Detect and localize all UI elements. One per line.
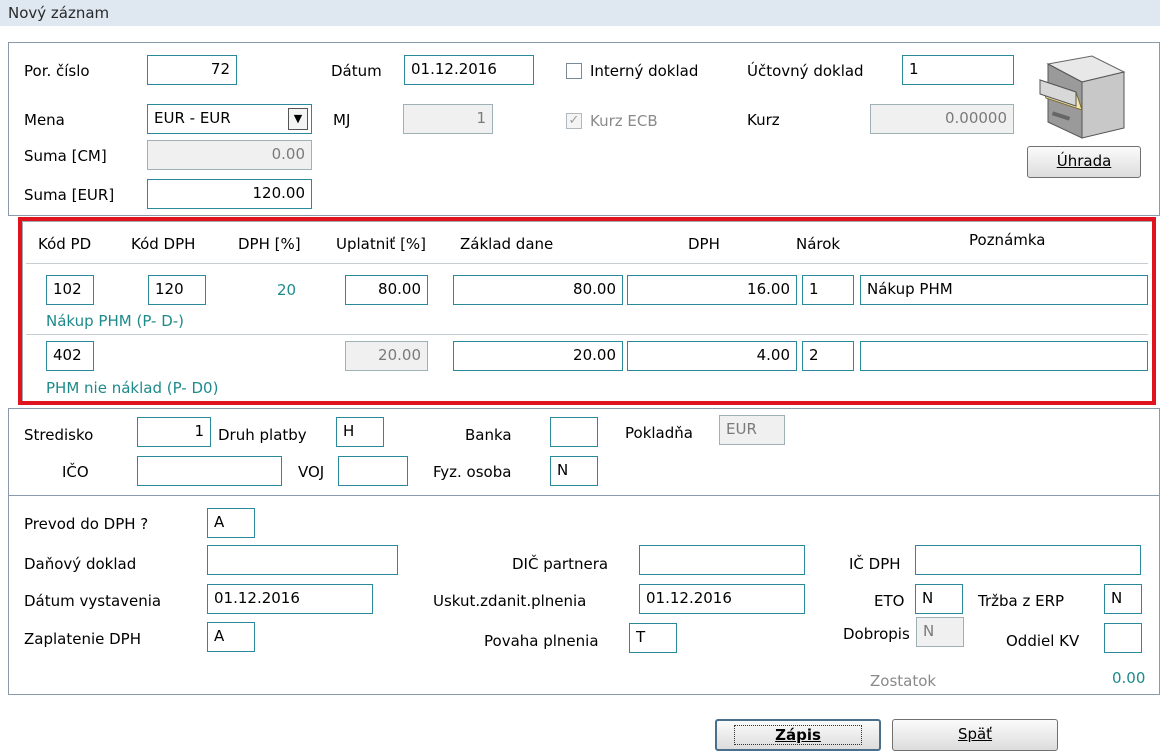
eto-label: ETO: [874, 592, 905, 610]
filing-cabinet-icon: [1030, 52, 1130, 142]
ico-label: IČO: [62, 463, 89, 481]
col-kod-dph: Kód DPH: [131, 235, 196, 253]
fyz-osoba-field[interactable]: N: [550, 456, 598, 486]
zapis-button-label: Zápis: [734, 725, 862, 745]
voj-field[interactable]: [338, 456, 408, 486]
stredisko-label: Stredisko: [24, 426, 94, 444]
row1-kod-pd-field[interactable]: 102: [46, 275, 94, 305]
suma-eur-field[interactable]: 120.00: [147, 179, 312, 209]
zaplatenie-dph-label: Zaplatenie DPH: [24, 630, 142, 648]
pokladna-field: EUR: [719, 415, 785, 445]
mena-label: Mena: [24, 111, 65, 129]
por-cislo-field[interactable]: 72: [147, 55, 237, 85]
uskut-label: Uskut.zdanit.plnenia: [433, 592, 587, 610]
suma-cm-field: 0.00: [147, 140, 312, 170]
povaha-plnenia-field[interactable]: T: [629, 623, 677, 653]
row1-dph-field[interactable]: 16.00: [627, 275, 797, 305]
row1-dph-pct: 20: [277, 281, 297, 299]
row2-dph-field[interactable]: 4.00: [627, 341, 797, 371]
row2-poznamka-field[interactable]: [860, 341, 1148, 371]
spat-button[interactable]: Späť: [892, 719, 1058, 751]
dobropis-field: N: [916, 617, 964, 647]
col-narok: Nárok: [796, 235, 841, 253]
window-title: Nový záznam: [8, 4, 110, 22]
trzba-erp-label: Tržba z ERP: [978, 592, 1065, 610]
row1-poznamka-field[interactable]: Nákup PHM: [860, 275, 1148, 305]
datum-label: Dátum: [331, 62, 382, 80]
banka-field[interactable]: [550, 417, 598, 447]
col-kod-pd: Kód PD: [38, 235, 92, 253]
zapis-button[interactable]: Zápis: [715, 719, 881, 751]
header-divider: [26, 263, 1148, 264]
suma-eur-label: Suma [EUR]: [24, 186, 115, 204]
banka-label: Banka: [465, 426, 512, 444]
suma-cm-label: Suma [CM]: [24, 147, 107, 165]
por-cislo-label: Por. číslo: [24, 62, 90, 80]
pokladna-label: Pokladňa: [625, 424, 693, 442]
mena-select[interactable]: EUR - EUR ▼: [147, 104, 312, 134]
row1-uplatnit-field[interactable]: 80.00: [345, 275, 428, 305]
danovy-doklad-field[interactable]: [207, 545, 398, 575]
dobropis-label: Dobropis: [843, 625, 910, 643]
row1-description: Nákup PHM (P- D-): [46, 312, 185, 330]
row2-uplatnit-field: 20.00: [345, 341, 428, 371]
window-title-bar: Nový záznam: [0, 0, 1160, 26]
voj-label: VOJ: [298, 463, 325, 481]
uctovny-doklad-field[interactable]: 1: [902, 55, 1014, 85]
col-poznamka: Poznámka: [969, 231, 1046, 249]
row1-kod-dph-field[interactable]: 120: [148, 275, 206, 305]
mj-field: 1: [403, 104, 493, 134]
mena-value: EUR - EUR: [154, 109, 231, 127]
uhrada-button-label: Úhrada: [1056, 152, 1112, 170]
row2-zaklad-field[interactable]: 20.00: [453, 341, 623, 371]
row2-narok-field[interactable]: 2: [802, 341, 854, 371]
uskut-field[interactable]: 01.12.2016: [639, 584, 805, 614]
spat-button-label: Späť: [957, 725, 993, 743]
kurz-ecb-label: Kurz ECB: [590, 112, 658, 130]
interny-doklad-checkbox[interactable]: [566, 63, 582, 79]
datum-vystavenia-label: Dátum vystavenia: [24, 592, 162, 610]
kurz-field: 0.00000: [870, 104, 1014, 134]
kurz-ecb-checkbox: ✓: [566, 113, 582, 129]
stredisko-field[interactable]: 1: [137, 417, 211, 447]
dic-partnera-label: DIČ partnera: [512, 555, 609, 573]
uctovny-doklad-label: Účtovný doklad: [747, 62, 864, 80]
col-zaklad-dane: Základ dane: [460, 235, 554, 253]
row-divider: [26, 334, 1148, 335]
row2-kod-pd-field[interactable]: 402: [46, 341, 94, 371]
datum-vystavenia-field[interactable]: 01.12.2016: [207, 584, 373, 614]
zostatok-value: 0.00: [1112, 669, 1146, 687]
interny-doklad-label: Interný doklad: [590, 62, 699, 80]
povaha-plnenia-label: Povaha plnenia: [484, 632, 599, 650]
druh-platby-field[interactable]: H: [336, 417, 384, 447]
uhrada-button[interactable]: Úhrada: [1027, 146, 1141, 178]
zaplatenie-dph-field[interactable]: A: [207, 622, 255, 652]
chevron-down-icon[interactable]: ▼: [288, 108, 308, 130]
ico-field[interactable]: [137, 456, 282, 486]
dic-partnera-field[interactable]: [639, 545, 805, 575]
row1-narok-field[interactable]: 1: [802, 275, 854, 305]
row2-description: PHM nie náklad (P- D0): [46, 379, 219, 397]
trzba-erp-field[interactable]: N: [1104, 584, 1142, 614]
datum-field[interactable]: 01.12.2016: [404, 55, 534, 85]
col-dph: DPH: [688, 235, 720, 253]
zostatok-label: Zostatok: [870, 672, 937, 690]
eto-field[interactable]: N: [915, 584, 963, 614]
kurz-label: Kurz: [747, 111, 780, 129]
oddiel-kv-label: Oddiel KV: [1006, 632, 1080, 650]
prevod-field[interactable]: A: [207, 508, 255, 538]
row1-zaklad-field[interactable]: 80.00: [453, 275, 623, 305]
druh-platby-label: Druh platby: [218, 426, 307, 444]
fyz-osoba-label: Fyz. osoba: [433, 463, 512, 481]
mj-label: MJ: [333, 111, 351, 129]
col-dph-pct: DPH [%]: [238, 235, 301, 253]
ic-dph-label: IČ DPH: [849, 555, 901, 573]
prevod-label: Prevod do DPH ?: [24, 515, 149, 533]
danovy-doklad-label: Daňový doklad: [24, 555, 137, 573]
ic-dph-field[interactable]: [915, 545, 1141, 575]
col-uplatnit: Uplatniť [%]: [336, 235, 427, 253]
oddiel-kv-field[interactable]: [1104, 623, 1142, 653]
